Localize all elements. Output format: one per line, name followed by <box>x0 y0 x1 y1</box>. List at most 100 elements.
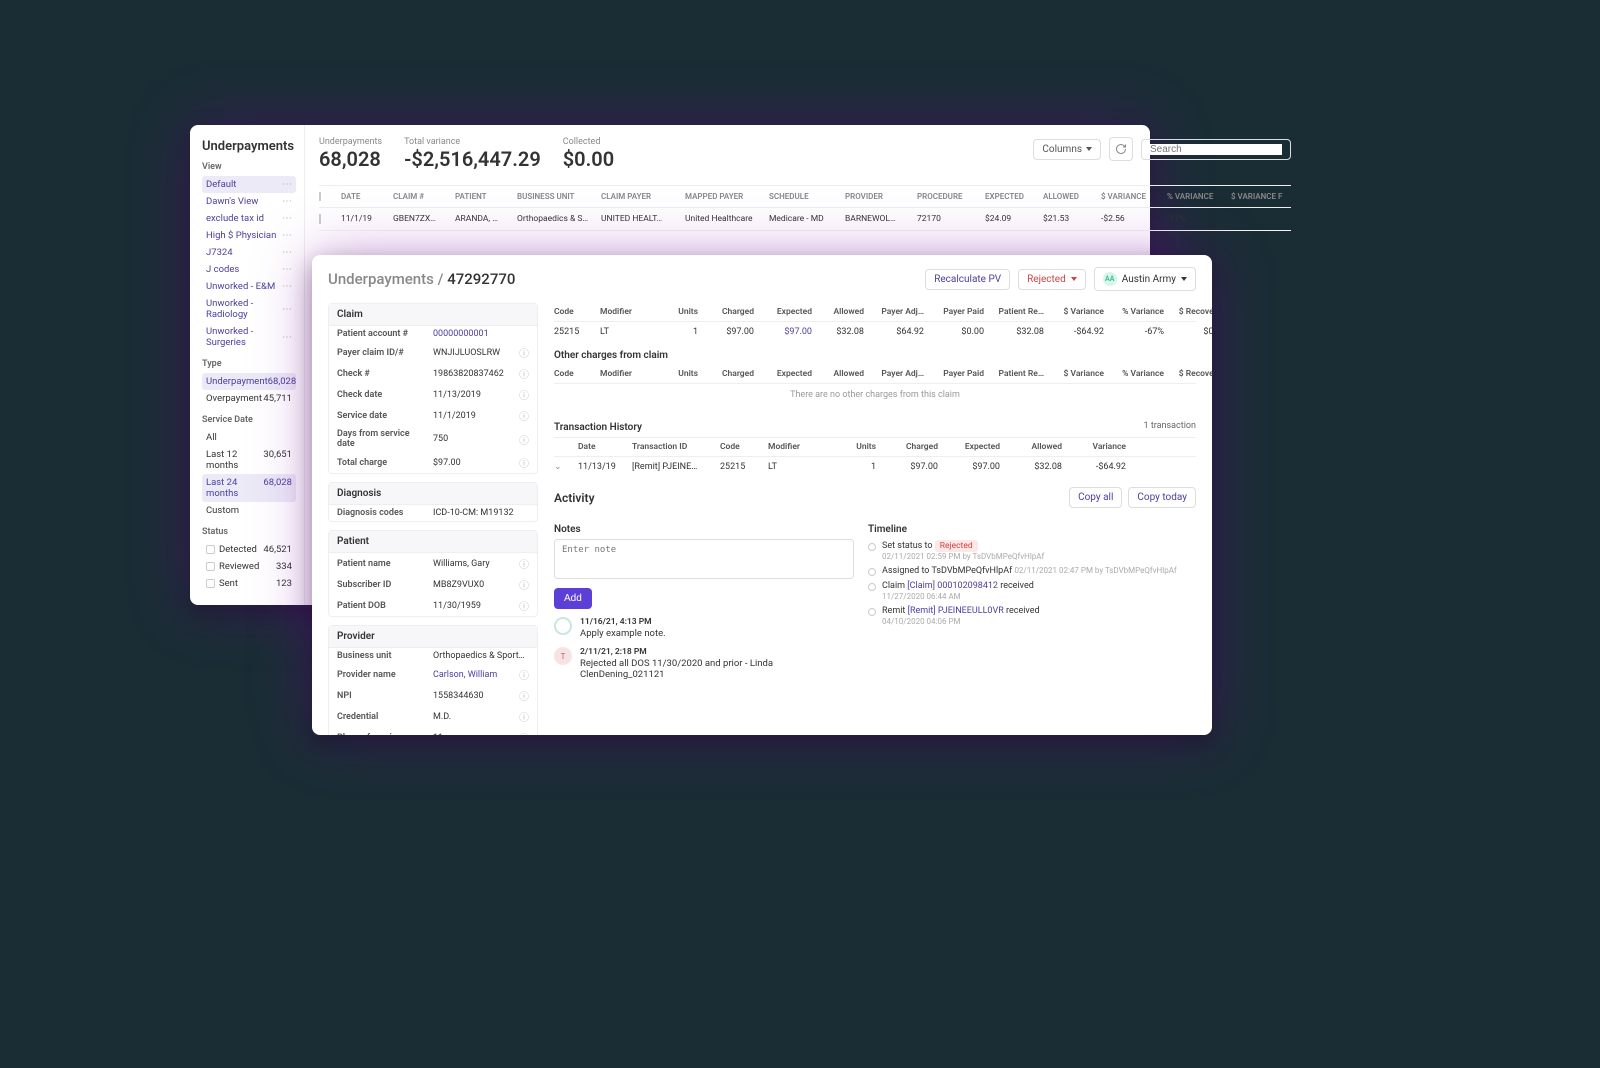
timeline-dot-icon <box>868 608 876 616</box>
metric-collected: Collected $0.00 <box>563 137 614 171</box>
avatar <box>554 617 572 635</box>
info-icon[interactable]: ⓘ <box>519 577 529 592</box>
service-date-section-label: Service Date <box>202 415 296 425</box>
sidebar-date-item[interactable]: Last 24 months68,028 <box>202 474 296 502</box>
sidebar-status-item[interactable]: Reviewed334 <box>202 558 296 575</box>
more-icon[interactable]: ⋯ <box>282 179 292 190</box>
sidebar-type-item[interactable]: Overpayment45,711 <box>202 390 296 407</box>
sidebar-view-item[interactable]: J codes⋯ <box>202 261 296 278</box>
claim-section: Claim Patient account #00000000001Payer … <box>328 303 538 474</box>
status-dropdown[interactable]: Rejected <box>1018 269 1086 290</box>
grid-header: DATECLAIM #PATIENTBUSINESS UNITCLAIM PAY… <box>319 185 1291 208</box>
note-item: T2/11/21, 2:18 PMRejected all DOS 11/30/… <box>554 647 854 680</box>
timeline-item: Set status to Rejected02/11/2021 02:59 P… <box>868 541 1196 561</box>
sidebar-view-item[interactable]: exclude tax id⋯ <box>202 210 296 227</box>
info-icon[interactable]: ⓘ <box>519 667 529 682</box>
transaction-row[interactable]: ⌄11/13/19[Remit] PJEINE…25215LT1$97.00$9… <box>554 457 1196 477</box>
detail-row: Payer claim ID/#WNJIJLUOSLRWⓘ <box>329 342 537 363</box>
expand-icon[interactable]: ⌄ <box>554 462 574 472</box>
more-icon[interactable]: ⋯ <box>282 213 292 224</box>
notes-label: Notes <box>554 524 854 535</box>
timeline-link[interactable]: [Claim] 000102098412 <box>907 581 998 591</box>
transaction-count: 1 transaction <box>1144 421 1196 431</box>
more-icon[interactable]: ⋯ <box>282 281 292 292</box>
checkbox-icon[interactable] <box>206 562 215 571</box>
more-icon[interactable]: ⋯ <box>282 230 292 241</box>
sidebar-date-item[interactable]: Custom <box>202 502 296 519</box>
search-field[interactable] <box>1141 139 1291 160</box>
sidebar-view-item[interactable]: Default⋯ <box>202 176 296 193</box>
refresh-button[interactable] <box>1109 137 1133 161</box>
checkbox-icon[interactable] <box>206 545 215 554</box>
assignee-dropdown[interactable]: AA Austin Army <box>1094 267 1196 291</box>
checkbox[interactable] <box>319 214 321 224</box>
chevron-down-icon <box>1181 277 1187 281</box>
sidebar-view-item[interactable]: Unworked - Surgeries⋯ <box>202 323 296 351</box>
info-icon[interactable]: ⓘ <box>519 730 529 735</box>
more-icon[interactable]: ⋯ <box>282 332 292 343</box>
add-note-button[interactable]: Add <box>554 588 592 609</box>
detail-row: Subscriber IDMB8Z9VUX0ⓘ <box>329 574 537 595</box>
columns-button[interactable]: Columns <box>1033 139 1101 160</box>
center-column: CodeModifierUnitsChargedExpectedAllowedP… <box>554 303 1196 723</box>
transaction-header: DateTransaction IDCodeModifierUnitsCharg… <box>554 437 1196 457</box>
underpayment-detail-window: Underpayments / 47292770 Recalculate PV … <box>312 255 1212 735</box>
status-badge: Rejected <box>935 540 978 552</box>
info-icon[interactable]: ⓘ <box>519 366 529 381</box>
sidebar-date-item[interactable]: Last 12 months30,651 <box>202 446 296 474</box>
info-icon[interactable]: ⓘ <box>519 387 529 402</box>
timeline-link[interactable]: [Remit] PJEINEEULL0VR <box>908 606 1004 616</box>
info-icon[interactable]: ⓘ <box>519 688 529 703</box>
detail-row: Place of service11ⓘ <box>329 727 537 735</box>
timeline-label: Timeline <box>868 524 1196 535</box>
detail-row: Service date11/1/2019ⓘ <box>329 405 537 426</box>
grid-row[interactable]: 11/1/19GBEN7ZX…ARANDA, …Orthopaedics & S… <box>319 208 1291 231</box>
info-icon[interactable]: ⓘ <box>519 408 529 423</box>
info-icon[interactable]: ⓘ <box>519 556 529 571</box>
info-icon[interactable]: ⓘ <box>519 345 529 360</box>
timeline-panel: Timeline Set status to Rejected02/11/202… <box>868 524 1196 723</box>
sidebar-title: Underpayments <box>202 139 296 154</box>
info-icon[interactable]: ⓘ <box>519 709 529 724</box>
timeline-dot-icon <box>868 583 876 591</box>
detail-row: Diagnosis codesICD-10-CM: M19132 <box>329 505 537 521</box>
type-section-label: Type <box>202 359 296 369</box>
copy-all-button[interactable]: Copy all <box>1069 487 1122 508</box>
more-icon[interactable]: ⋯ <box>282 264 292 275</box>
sidebar-date-item[interactable]: All <box>202 429 296 446</box>
sidebar-view-item[interactable]: Unworked - Radiology⋯ <box>202 295 296 323</box>
search-input[interactable] <box>1150 144 1282 155</box>
notes-panel: Notes Add 11/16/21, 4:13 PMApply example… <box>554 524 854 723</box>
checkbox[interactable] <box>319 192 321 201</box>
detail-row: CredentialM.D.ⓘ <box>329 706 537 727</box>
sidebar-type-item[interactable]: Underpayment68,028 <box>202 373 296 390</box>
note-input[interactable] <box>554 539 854 579</box>
provider-section: Provider Business unitOrthopaedics & Spo… <box>328 625 538 735</box>
sidebar-status-item[interactable]: Detected46,521 <box>202 541 296 558</box>
empty-message: There are no other charges from this cla… <box>554 384 1196 406</box>
more-icon[interactable]: ⋯ <box>282 247 292 258</box>
sidebar-view-item[interactable]: High $ Physician⋯ <box>202 227 296 244</box>
recalculate-button[interactable]: Recalculate PV <box>925 269 1010 290</box>
note-item: 11/16/21, 4:13 PMApply example note. <box>554 617 854 639</box>
detail-row: Provider nameCarlson, Williamⓘ <box>329 664 537 685</box>
detail-row: Patient account #00000000001 <box>329 326 537 342</box>
sidebar-view-item[interactable]: J7324⋯ <box>202 244 296 261</box>
sidebar-view-item[interactable]: Dawn's View⋯ <box>202 193 296 210</box>
info-icon[interactable]: ⓘ <box>519 455 529 470</box>
sidebar-view-item[interactable]: Unworked - E&M⋯ <box>202 278 296 295</box>
checkbox-icon[interactable] <box>206 579 215 588</box>
detail-row: Check #19863820837462ⓘ <box>329 363 537 384</box>
charges-header: CodeModifierUnitsChargedExpectedAllowedP… <box>554 303 1196 322</box>
sidebar-status-item[interactable]: Sent123 <box>202 575 296 592</box>
patient-section: Patient Patient nameWilliams, GaryⓘSubsc… <box>328 530 538 617</box>
timeline-item: Assigned to TsDVbMPeQfvHlpAf 02/11/2021 … <box>868 566 1196 576</box>
metric-underpayments: Underpayments 68,028 <box>319 137 382 171</box>
chevron-down-icon <box>1086 147 1092 151</box>
info-icon[interactable]: ⓘ <box>519 598 529 613</box>
timeline-item: Claim [Claim] 000102098412 received11/27… <box>868 581 1196 601</box>
more-icon[interactable]: ⋯ <box>282 196 292 207</box>
info-icon[interactable]: ⓘ <box>519 432 529 447</box>
copy-today-button[interactable]: Copy today <box>1128 487 1196 508</box>
more-icon[interactable]: ⋯ <box>282 304 292 315</box>
